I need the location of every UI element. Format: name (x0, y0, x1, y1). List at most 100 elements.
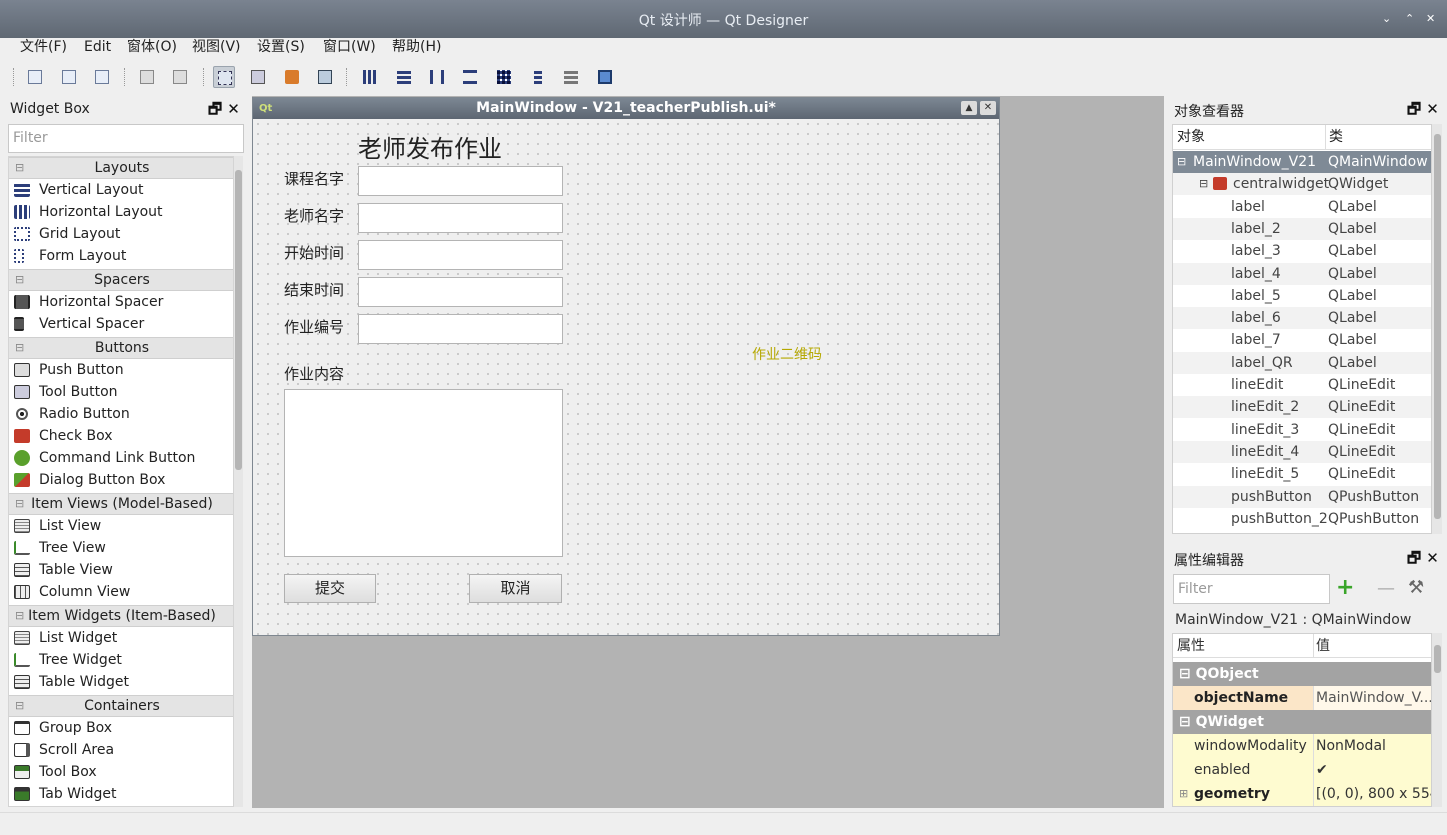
lay-out-vertical-splitter-icon[interactable] (459, 66, 481, 88)
teacher-name-input[interactable] (358, 203, 563, 233)
widget-item[interactable]: Vertical Layout (9, 179, 233, 201)
scrollbar-thumb[interactable] (235, 170, 242, 470)
widget-item[interactable]: Tool Box (9, 761, 233, 783)
edit-buddies-icon[interactable] (281, 66, 303, 88)
widget-item[interactable]: Table Widget (9, 671, 233, 693)
object-tree-row[interactable]: lineEdit_5 QLineEdit (1173, 463, 1431, 485)
widget-item[interactable]: Command Link Button (9, 447, 233, 469)
copy-icon[interactable] (169, 66, 191, 88)
object-tree-row[interactable]: label_6 QLabel (1173, 307, 1431, 330)
lay-out-vertically-icon[interactable] (393, 66, 415, 88)
object-inspector-scrollbar[interactable] (1432, 124, 1442, 534)
lay-out-grid-icon[interactable] (493, 66, 515, 88)
form-canvas[interactable]: 老师发布作业 课程名字 老师名字 开始时间 结束时间 作业编号 作业内容 作业二… (253, 119, 999, 635)
object-tree-row[interactable]: label_5 QLabel (1173, 285, 1431, 307)
menu-view[interactable]: 视图(V) (192, 38, 241, 56)
object-tree-row[interactable]: lineEdit_3 QLineEdit (1173, 419, 1431, 441)
collapse-icon[interactable]: ⊟ (1177, 151, 1186, 173)
object-tree-row[interactable]: label_3 QLabel (1173, 240, 1431, 262)
course-name-input[interactable] (358, 166, 563, 196)
object-tree-row[interactable]: lineEdit_4 QLineEdit (1173, 440, 1431, 463)
form-close-button[interactable]: ✕ (980, 101, 996, 115)
object-tree-row[interactable]: pushButton QPushButton (1173, 485, 1431, 508)
break-layout-icon[interactable] (560, 66, 582, 88)
category-containers[interactable]: ⊟ Containers (9, 695, 233, 717)
property-editor-scrollbar[interactable] (1432, 633, 1442, 807)
configure-icon[interactable]: ⚒ (1408, 578, 1424, 598)
property-row[interactable]: objectName MainWindow_V... (1173, 686, 1431, 710)
homework-content-textedit[interactable] (284, 389, 563, 557)
lay-out-horizontally-icon[interactable] (359, 66, 381, 88)
scrollbar-thumb[interactable] (1434, 645, 1441, 673)
property-filter-input[interactable]: Filter (1173, 574, 1330, 604)
start-time-input[interactable] (358, 240, 563, 270)
close-button[interactable]: ✕ (1426, 12, 1435, 25)
object-tree-row[interactable]: label QLabel (1173, 196, 1431, 218)
edit-tab-order-icon[interactable] (314, 66, 336, 88)
widget-filter-input[interactable]: Filter (8, 124, 244, 153)
category-spacers[interactable]: ⊟ Spacers (9, 269, 233, 291)
expand-icon[interactable]: ⊞ (1179, 782, 1188, 806)
category-item-views[interactable]: ⊟ Item Views (Model-Based) (9, 493, 233, 515)
new-form-icon[interactable] (24, 66, 46, 88)
widget-item[interactable]: Vertical Spacer (9, 313, 233, 335)
widget-item[interactable]: Table View (9, 559, 233, 581)
object-tree-row[interactable]: ⊟ centralwidget QWidget (1173, 173, 1431, 196)
object-tree-row[interactable]: label_7 QLabel (1173, 329, 1431, 351)
add-dynamic-property-icon[interactable]: + (1336, 577, 1354, 599)
widget-box-scrollbar[interactable] (234, 156, 243, 807)
object-tree-row[interactable]: label_2 QLabel (1173, 217, 1431, 240)
cut-icon[interactable] (136, 66, 158, 88)
property-group-qobject[interactable]: ⊟ QObject (1173, 662, 1431, 686)
category-item-widgets[interactable]: ⊟ Item Widgets (Item-Based) (9, 605, 233, 627)
widget-item[interactable]: Radio Button (9, 403, 233, 425)
widget-item[interactable]: Group Box (9, 717, 233, 739)
lay-out-horizontal-splitter-icon[interactable] (426, 66, 448, 88)
object-tree-row[interactable]: label_4 QLabel (1173, 262, 1431, 285)
dock-float-close-icon[interactable]: 🗗 ✕ (208, 99, 240, 124)
adjust-size-icon[interactable] (594, 66, 616, 88)
widget-item[interactable]: List View (9, 515, 233, 537)
property-row[interactable]: ⊞ geometry [(0, 0), 800 x 554] (1173, 782, 1431, 806)
lay-out-form-icon[interactable] (527, 66, 549, 88)
end-time-input[interactable] (358, 277, 563, 307)
property-row[interactable]: enabled ✔ (1173, 758, 1431, 782)
object-tree-row[interactable]: ⊟ MainWindow_V21 QMainWindow (1173, 151, 1431, 173)
widget-item[interactable]: Check Box (9, 425, 233, 447)
object-tree-row[interactable]: lineEdit QLineEdit (1173, 374, 1431, 396)
save-form-icon[interactable] (91, 66, 113, 88)
widget-item[interactable]: Grid Layout (9, 223, 233, 245)
menu-settings[interactable]: 设置(S) (257, 38, 305, 56)
object-tree-row[interactable]: label_QR QLabel (1173, 351, 1431, 374)
menu-window[interactable]: 窗口(W) (323, 38, 376, 56)
category-layouts[interactable]: ⊟ Layouts (9, 157, 233, 179)
maximize-button[interactable]: ⌃ (1405, 12, 1414, 25)
enabled-checkbox[interactable]: ✔ (1313, 758, 1431, 782)
edit-widgets-icon[interactable] (213, 66, 235, 88)
property-row[interactable]: windowModality NonModal (1173, 734, 1431, 758)
homework-id-input[interactable] (358, 314, 563, 344)
menu-file[interactable]: 文件(F) (20, 38, 67, 56)
menu-help[interactable]: 帮助(H) (392, 38, 441, 56)
dock-float-close-icon[interactable]: 🗗 ✕ (1407, 548, 1439, 573)
category-buttons[interactable]: ⊟ Buttons (9, 337, 233, 359)
collapse-icon[interactable]: ⊟ (1199, 173, 1208, 195)
widget-item[interactable]: Column View (9, 581, 233, 603)
widget-item[interactable]: Tree Widget (9, 649, 233, 671)
menu-edit[interactable]: Edit (84, 38, 111, 56)
minimize-button[interactable]: ⌄ (1382, 12, 1391, 25)
cancel-button[interactable]: 取消 (469, 574, 562, 603)
widget-item[interactable]: Push Button (9, 359, 233, 381)
dock-float-close-icon[interactable]: 🗗 ✕ (1407, 99, 1439, 124)
menu-form[interactable]: 窗体(O) (127, 38, 177, 56)
widget-item[interactable]: Tool Button (9, 381, 233, 403)
widget-item[interactable]: Scroll Area (9, 739, 233, 761)
remove-dynamic-property-icon[interactable]: — (1377, 580, 1395, 598)
widget-item[interactable]: Dialog Button Box (9, 469, 233, 491)
submit-button[interactable]: 提交 (284, 574, 376, 603)
object-tree-row[interactable]: pushButton_2 QPushButton (1173, 508, 1431, 530)
widget-item[interactable]: Tree View (9, 537, 233, 559)
object-tree-row[interactable]: lineEdit_2 QLineEdit (1173, 396, 1431, 419)
widget-item[interactable]: Tab Widget (9, 783, 233, 805)
widget-item[interactable]: Form Layout (9, 245, 233, 267)
